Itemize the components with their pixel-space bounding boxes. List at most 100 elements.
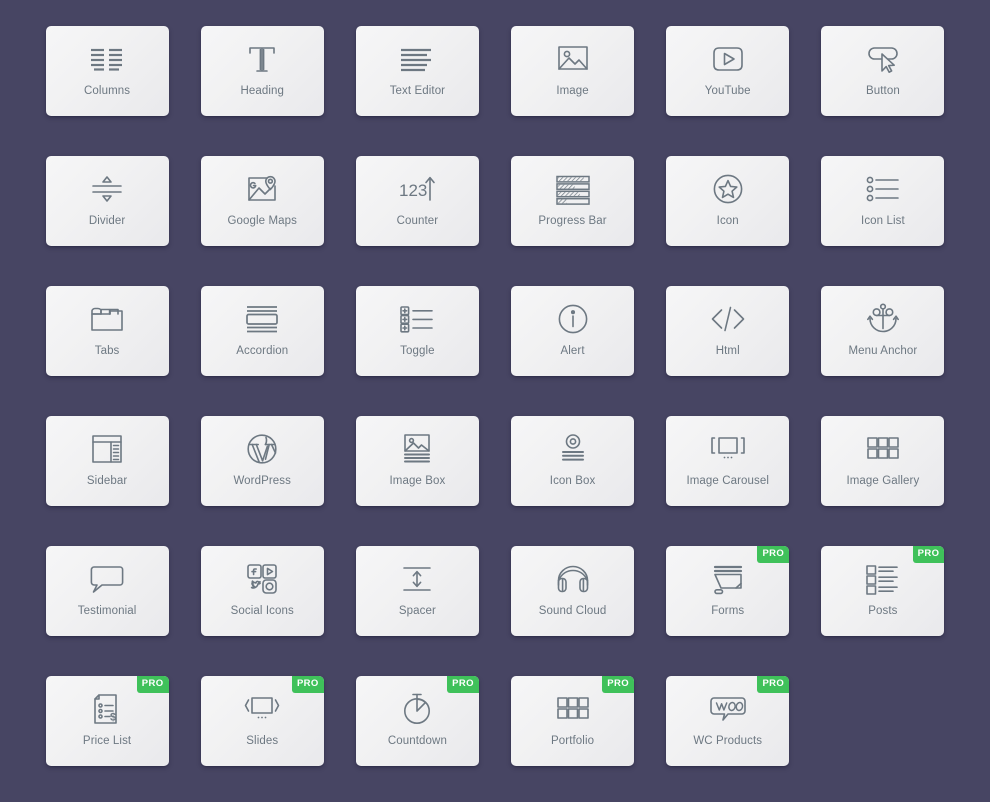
progress-bar-icon [551,169,595,209]
widget-label: Sound Cloud [538,605,607,617]
widget-card-icon[interactable]: Icon [666,156,790,246]
widget-card-divider[interactable]: Divider [45,156,169,246]
widget-label: Heading [240,85,284,97]
youtube-icon [706,39,750,79]
star-circle-icon [706,169,750,209]
heading-icon [240,39,284,79]
toggle-icon [395,299,439,339]
widget-card-counter[interactable]: 123 Counter [355,156,479,246]
slides-icon [240,689,284,729]
widget-label: Forms [711,605,745,617]
pro-badge: PRO [291,676,324,693]
widget-card-accordion[interactable]: Accordion [200,286,324,376]
pro-badge: PRO [757,676,790,693]
counter-icon: 123 [395,169,439,209]
widget-label: Accordion [236,345,289,357]
widget-label: Slides [246,735,279,747]
widget-card-image-box[interactable]: Image Box [355,416,479,506]
pro-badge: PRO [912,546,945,563]
widget-card-icon-box[interactable]: Icon Box [511,416,635,506]
image-gallery-icon [861,429,905,469]
widget-card-forms[interactable]: Forms PRO [666,546,790,636]
widget-card-wc-products[interactable]: WC Products PRO [666,676,790,766]
pro-badge: PRO [757,546,790,563]
stopwatch-icon [395,689,439,729]
widget-card-text-editor[interactable]: Text Editor [355,26,479,116]
widget-label: Columns [84,85,131,97]
widget-card-heading[interactable]: Heading [200,26,324,116]
widget-card-menu-anchor[interactable]: Menu Anchor [821,286,945,376]
widget-card-progress-bar[interactable]: Progress Bar [511,156,635,246]
wordpress-icon [240,429,284,469]
widget-card-columns[interactable]: Columns [45,26,169,116]
widget-label: Alert [560,345,585,357]
widget-card-image-gallery[interactable]: Image Gallery [821,416,945,506]
widget-label: Progress Bar [538,215,607,227]
widget-card-toggle[interactable]: Toggle [355,286,479,376]
alert-info-icon [551,299,595,339]
widget-label: Text Editor [389,85,446,97]
pro-badge: PRO [136,676,169,693]
widget-card-slides[interactable]: Slides PRO [200,676,324,766]
widget-label: Image Carousel [686,475,770,487]
widget-card-price-list[interactable]: $ Price List PRO [45,676,169,766]
headphones-icon [551,559,595,599]
widget-label: Menu Anchor [848,345,918,357]
widget-card-button[interactable]: Button [821,26,945,116]
widget-label: Portfolio [551,735,595,747]
widget-label: Tabs [94,345,120,357]
columns-icon [85,39,129,79]
portfolio-grid-icon [551,689,595,729]
widget-panel-grid: Columns Heading Text Editor Image YouTub… [0,0,990,802]
code-icon [706,299,750,339]
widget-label: Countdown [387,735,447,747]
widget-label: Sidebar [86,475,128,487]
widget-label: Image Box [389,475,446,487]
widget-label: YouTube [704,85,751,97]
forms-icon [706,559,750,599]
divider-icon [85,169,129,209]
widget-card-testimonial[interactable]: Testimonial [45,546,169,636]
widget-card-image-carousel[interactable]: Image Carousel [666,416,790,506]
widget-label: Toggle [400,345,435,357]
widget-card-sidebar[interactable]: Sidebar [45,416,169,506]
widget-label: Counter [396,215,439,227]
widget-card-countdown[interactable]: Countdown PRO [355,676,479,766]
svg-text:$: $ [110,712,116,724]
icon-box-icon [551,429,595,469]
svg-text:123: 123 [399,181,427,200]
spacer-icon [395,559,439,599]
widget-card-spacer[interactable]: Spacer [355,546,479,636]
widget-card-html[interactable]: Html [666,286,790,376]
widget-label: Image [556,85,589,97]
widget-label: Testimonial [77,605,137,617]
social-icons-icon [240,559,284,599]
widget-card-portfolio[interactable]: Portfolio PRO [511,676,635,766]
widget-card-image[interactable]: Image [511,26,635,116]
speech-bubble-icon [85,559,129,599]
widget-label: Price List [82,735,132,747]
widget-card-alert[interactable]: Alert [511,286,635,376]
pro-badge: PRO [447,676,479,693]
widget-card-wordpress[interactable]: WordPress [200,416,324,506]
widget-label: Google Maps [227,215,297,227]
widget-label: Divider [88,215,126,227]
widget-card-posts[interactable]: Posts PRO [821,546,945,636]
widget-label: Icon [716,215,739,227]
widget-card-icon-list[interactable]: Icon List [821,156,945,246]
widget-card-youtube[interactable]: YouTube [666,26,790,116]
widget-card-tabs[interactable]: Tabs [45,286,169,376]
widget-label: Posts [868,605,898,617]
widget-label: Spacer [398,605,436,617]
widget-label: Social Icons [230,605,294,617]
widget-card-sound-cloud[interactable]: Sound Cloud [511,546,635,636]
widget-label: Html [715,345,740,357]
widget-label: WC Products [693,735,763,747]
widget-card-google-maps[interactable]: Google Maps [200,156,324,246]
widget-label: Image Gallery [846,475,920,487]
image-icon [551,39,595,79]
woocommerce-icon [706,689,750,729]
widget-card-social-icons[interactable]: Social Icons [200,546,324,636]
accordion-icon [240,299,284,339]
google-maps-icon [240,169,284,209]
